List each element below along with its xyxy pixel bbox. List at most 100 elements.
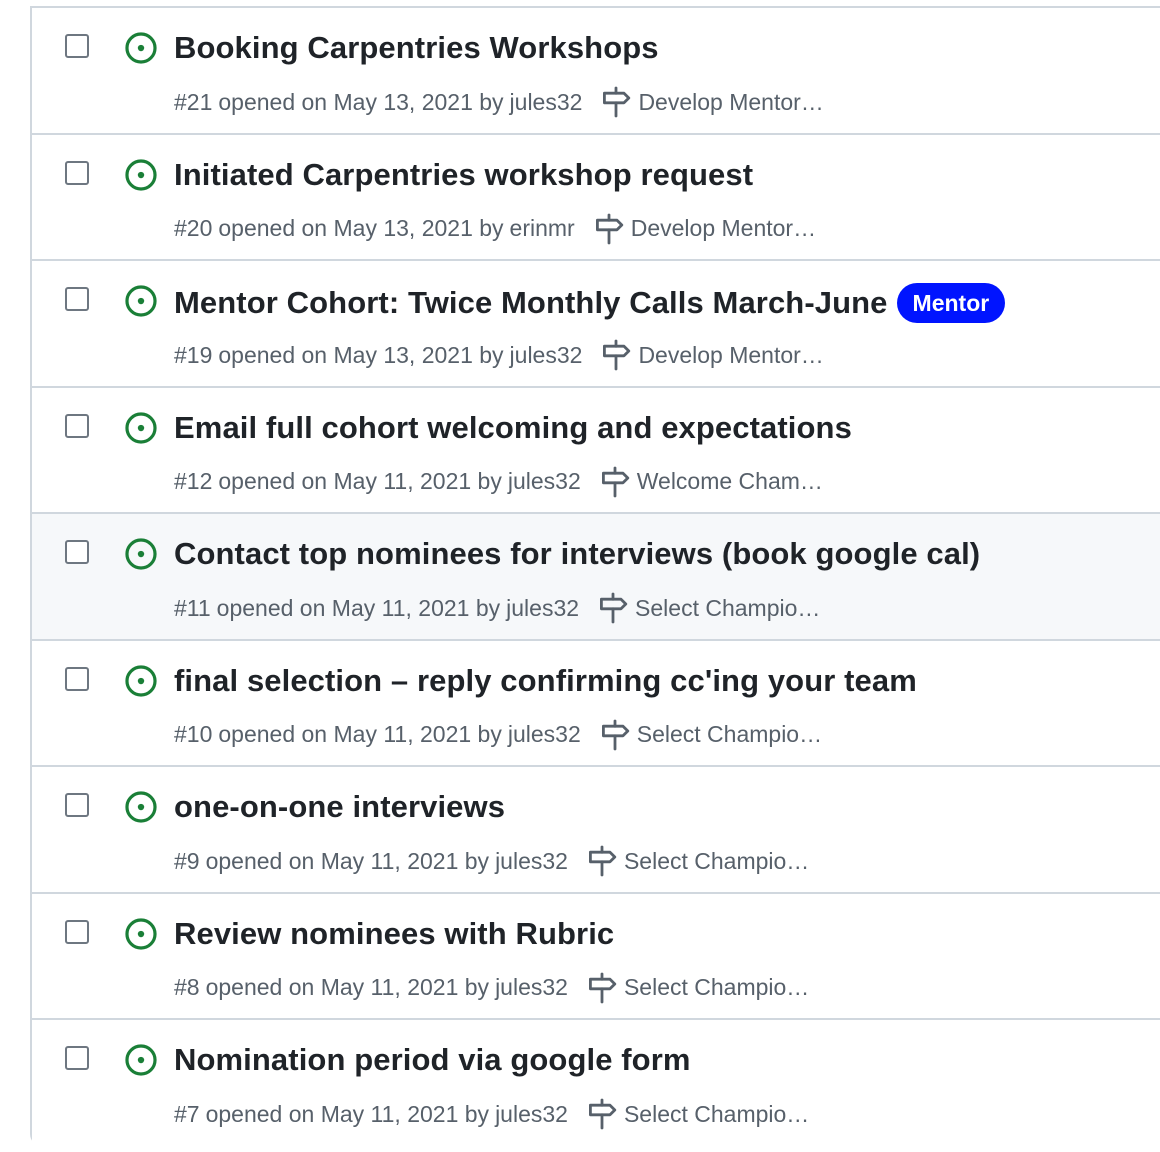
milestone-name: Select Champio… bbox=[623, 847, 810, 874]
issue-number[interactable]: #10 bbox=[174, 721, 212, 748]
milestone-link[interactable]: Select Champio… bbox=[586, 845, 809, 877]
issue-row[interactable]: final selection – reply confirming cc'in… bbox=[32, 640, 1160, 767]
issue-row[interactable]: Email full cohort welcoming and expectat… bbox=[32, 387, 1160, 514]
issue-title-link[interactable]: final selection – reply confirming cc'in… bbox=[174, 663, 917, 699]
issue-title-link[interactable]: Email full cohort welcoming and expectat… bbox=[174, 410, 852, 446]
issue-opened-icon bbox=[125, 538, 157, 570]
issue-opened-text: opened on May 11, 2021 by bbox=[205, 1100, 490, 1127]
issue-opened-text: opened on May 11, 2021 by bbox=[205, 974, 490, 1000]
milestone-icon bbox=[603, 86, 631, 118]
issue-opened-icon bbox=[125, 411, 157, 444]
issue-author-link[interactable]: jules32 bbox=[510, 342, 583, 369]
issue-opened-text: opened on May 11, 2021 by bbox=[205, 847, 490, 874]
issue-opened-text: opened on May 11, 2021 by bbox=[218, 721, 502, 747]
issue-meta: #21 opened on May 13, 2021 by jules32 De… bbox=[174, 86, 824, 118]
milestone-link[interactable]: Select Champio… bbox=[599, 719, 822, 751]
issue-row[interactable]: Mentor Cohort: Twice Monthly Calls March… bbox=[32, 261, 1160, 388]
issue-number[interactable]: #21 bbox=[174, 89, 212, 116]
issue-meta: #7 opened on May 11, 2021 by jules32 Sel… bbox=[174, 1098, 809, 1130]
issue-select-checkbox[interactable] bbox=[65, 34, 89, 58]
milestone-name: Select Champio… bbox=[623, 974, 810, 1000]
milestone-icon bbox=[588, 1098, 617, 1130]
issue-select-checkbox[interactable] bbox=[65, 287, 89, 311]
issue-author-link[interactable]: jules32 bbox=[495, 974, 568, 1001]
issue-number[interactable]: #8 bbox=[174, 974, 200, 1001]
milestone-link[interactable]: Select Champio… bbox=[586, 972, 809, 1004]
issue-meta: #9 opened on May 11, 2021 by jules32 Sel… bbox=[174, 845, 809, 877]
issue-opened-icon bbox=[125, 285, 157, 317]
issue-row[interactable]: one-on-one interviews #9 opened on May 1… bbox=[32, 767, 1160, 894]
issue-author-link[interactable]: jules32 bbox=[508, 468, 581, 495]
issue-select-checkbox[interactable] bbox=[65, 666, 89, 691]
milestone-name: Select Champio… bbox=[623, 1100, 810, 1127]
milestone-name: Develop Mentor… bbox=[630, 215, 817, 241]
issue-meta: #20 opened on May 13, 2021 by erinmr Dev… bbox=[174, 213, 816, 245]
issue-title-link[interactable]: Booking Carpentries Workshops bbox=[174, 30, 659, 66]
issue-opened-text: opened on May 11, 2021 by bbox=[216, 594, 501, 621]
issue-author-link[interactable]: jules32 bbox=[508, 721, 581, 748]
label-mentor[interactable]: Mentor bbox=[896, 283, 1006, 323]
issue-title-link[interactable]: Mentor Cohort: Twice Monthly Calls March… bbox=[174, 285, 888, 321]
milestone-icon bbox=[588, 972, 617, 1003]
issue-author-link[interactable]: erinmr bbox=[510, 215, 575, 242]
issue-opened-text: opened on May 13, 2021 by bbox=[218, 215, 504, 241]
milestone-icon bbox=[588, 845, 617, 877]
issue-row[interactable]: Review nominees with Rubric #8 opened on… bbox=[32, 893, 1160, 1020]
issue-opened-text: opened on May 11, 2021 by bbox=[218, 468, 502, 494]
issue-title-link[interactable]: Review nominees with Rubric bbox=[174, 916, 614, 952]
milestone-icon bbox=[595, 213, 623, 244]
issue-opened-text: opened on May 13, 2021 by bbox=[218, 88, 504, 115]
issue-select-checkbox[interactable] bbox=[65, 413, 89, 438]
milestone-icon bbox=[603, 339, 631, 371]
issue-meta: #10 opened on May 11, 2021 by jules32 Se… bbox=[174, 719, 822, 751]
issue-opened-icon bbox=[125, 664, 157, 697]
issue-number[interactable]: #9 bbox=[174, 848, 200, 875]
issue-opened-icon bbox=[125, 791, 157, 823]
milestone-name: Select Champio… bbox=[636, 721, 823, 747]
milestone-name: Select Champio… bbox=[635, 594, 821, 621]
issue-opened-icon bbox=[125, 158, 157, 191]
milestone-link[interactable]: Welcome Cham… bbox=[599, 466, 823, 498]
issue-row[interactable]: Contact top nominees for interviews (boo… bbox=[32, 514, 1160, 641]
issue-opened-icon bbox=[125, 917, 157, 950]
milestone-icon bbox=[600, 592, 628, 624]
issue-meta: #11 opened on May 11, 2021 by jules32 Se… bbox=[174, 592, 820, 624]
milestone-link[interactable]: Develop Mentor… bbox=[600, 339, 824, 371]
milestone-link[interactable]: Develop Mentor… bbox=[600, 86, 824, 118]
issue-select-checkbox[interactable] bbox=[65, 160, 89, 185]
milestone-name: Welcome Cham… bbox=[636, 468, 823, 494]
milestone-name: Develop Mentor… bbox=[638, 341, 824, 368]
issue-list: Booking Carpentries Workshops #21 opened… bbox=[30, 6, 1160, 1147]
issue-select-checkbox[interactable] bbox=[65, 919, 89, 944]
issue-number[interactable]: #20 bbox=[174, 215, 212, 242]
issue-number[interactable]: #11 bbox=[174, 595, 211, 622]
milestone-icon bbox=[601, 466, 629, 497]
issue-title-link[interactable]: Nomination period via google form bbox=[174, 1042, 691, 1078]
issue-row[interactable]: Nomination period via google form #7 ope… bbox=[32, 1020, 1160, 1147]
issue-title-link[interactable]: one-on-one interviews bbox=[174, 789, 505, 825]
issue-author-link[interactable]: jules32 bbox=[510, 89, 583, 116]
issue-row[interactable]: Initiated Carpentries workshop request #… bbox=[32, 134, 1160, 261]
issue-number[interactable]: #12 bbox=[174, 468, 212, 495]
milestone-icon bbox=[601, 719, 629, 750]
issue-number[interactable]: #19 bbox=[174, 342, 212, 369]
issue-author-link[interactable]: jules32 bbox=[495, 848, 568, 875]
issue-select-checkbox[interactable] bbox=[65, 793, 89, 817]
milestone-link[interactable]: Develop Mentor… bbox=[593, 213, 816, 245]
issue-author-link[interactable]: jules32 bbox=[495, 1101, 568, 1128]
issue-number[interactable]: #7 bbox=[174, 1101, 200, 1128]
issue-meta: #19 opened on May 13, 2021 by jules32 De… bbox=[174, 339, 824, 371]
issue-meta: #8 opened on May 11, 2021 by jules32 Sel… bbox=[174, 972, 809, 1004]
milestone-link[interactable]: Select Champio… bbox=[597, 592, 820, 624]
issue-author-link[interactable]: jules32 bbox=[506, 595, 579, 622]
milestone-link[interactable]: Select Champio… bbox=[586, 1098, 809, 1130]
milestone-name: Develop Mentor… bbox=[638, 88, 824, 115]
issue-title-link[interactable]: Contact top nominees for interviews (boo… bbox=[174, 536, 980, 572]
issue-select-checkbox[interactable] bbox=[65, 540, 89, 564]
issue-opened-icon bbox=[125, 1044, 157, 1076]
issue-select-checkbox[interactable] bbox=[65, 1046, 89, 1070]
issue-title-link[interactable]: Initiated Carpentries workshop request bbox=[174, 157, 753, 193]
issue-meta: #12 opened on May 11, 2021 by jules32 We… bbox=[174, 466, 823, 498]
issue-row[interactable]: Booking Carpentries Workshops #21 opened… bbox=[32, 8, 1160, 135]
issue-opened-icon bbox=[125, 32, 157, 64]
